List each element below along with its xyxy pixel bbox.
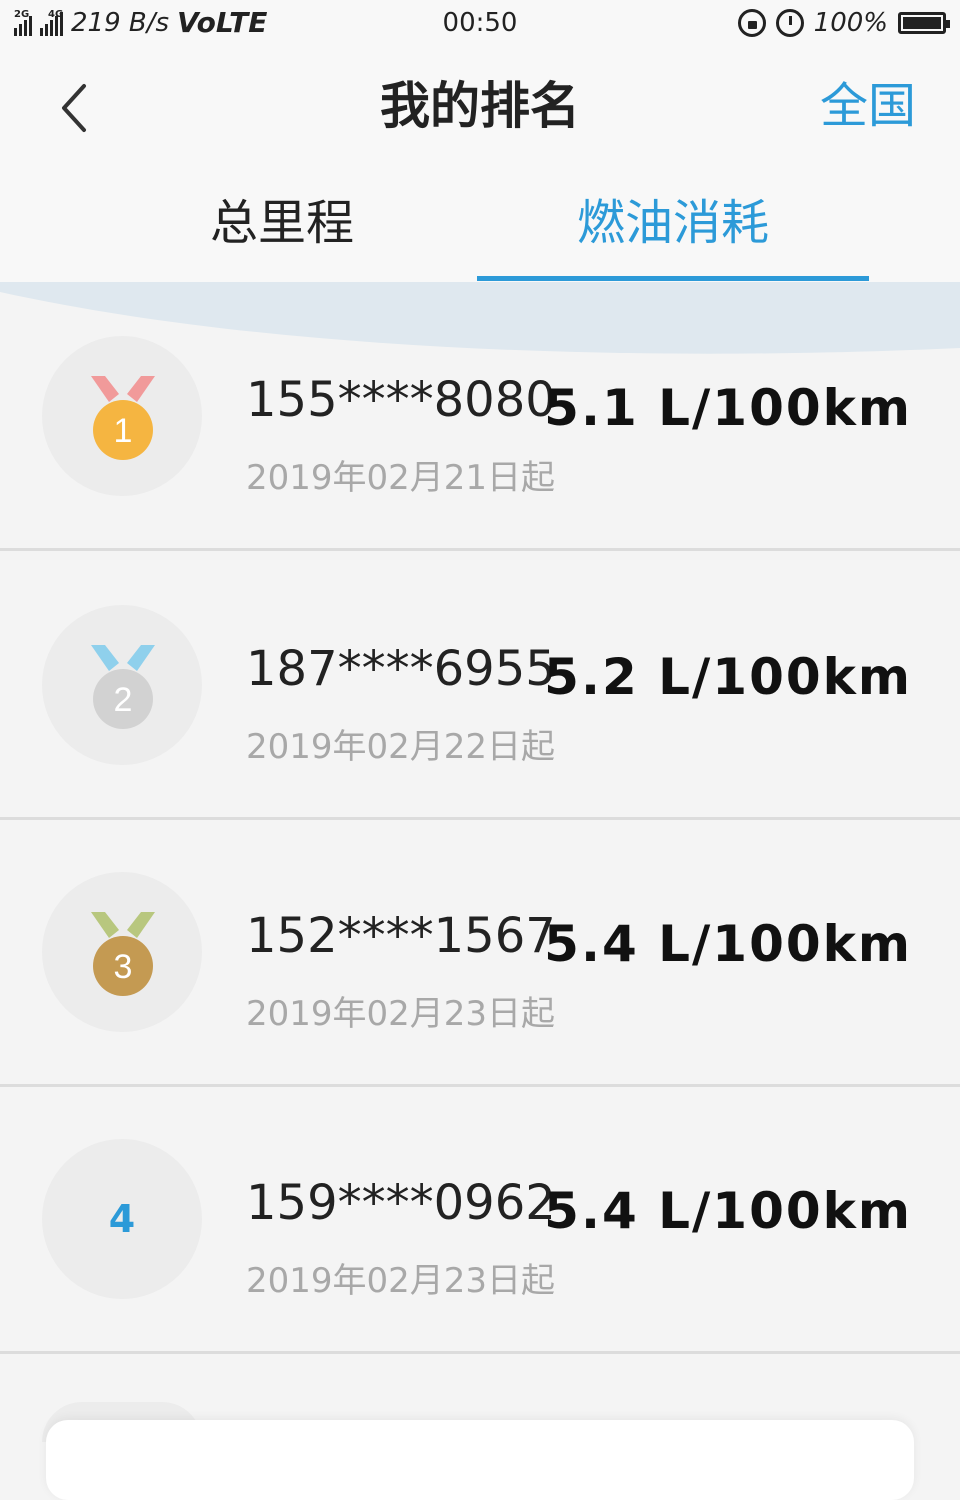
active-tab-indicator — [477, 276, 869, 281]
tab-fuel-consumption[interactable]: 燃油消耗 — [477, 192, 869, 254]
rank-number: 4 — [108, 1197, 136, 1241]
start-date: 2019年02月23日起 — [246, 1261, 556, 1301]
nav-bar: 我的排名 全国 — [0, 50, 960, 170]
user-phone: 187****6955 — [246, 641, 556, 697]
ranking-row[interactable]: 3 152****1567 5.4 L/100km 2019年02月23日起 — [0, 818, 960, 1087]
battery-fill — [903, 17, 941, 29]
bronze-medal-icon: 3 — [91, 912, 155, 996]
fuel-usage: 5.1 L/100km — [544, 379, 912, 437]
user-phone: 155****8080 — [246, 372, 556, 428]
fuel-usage: 5.2 L/100km — [544, 648, 912, 706]
rank-number: 3 — [114, 948, 133, 986]
fuel-usage: 5.4 L/100km — [544, 1182, 912, 1240]
rank-number: 1 — [114, 412, 133, 450]
user-phone: 159****0962 — [246, 1175, 556, 1231]
start-date: 2019年02月23日起 — [246, 994, 556, 1034]
rank-number: 2 — [114, 681, 133, 719]
ranking-row[interactable]: 4 159****0962 5.4 L/100km 2019年02月23日起 — [0, 1085, 960, 1354]
alarm-icon — [775, 9, 804, 37]
status-right: 100% — [737, 8, 950, 38]
ranking-row[interactable]: 1 155****8080 5.1 L/100km 2019年02月21日起 — [0, 282, 960, 551]
rotation-lock-icon — [737, 9, 766, 37]
my-rank-card[interactable] — [46, 1420, 914, 1500]
user-phone: 152****1567 — [246, 908, 556, 964]
gold-medal-icon: 1 — [91, 376, 155, 460]
silver-medal-icon: 2 — [91, 645, 155, 729]
battery-percent: 100% — [813, 8, 888, 38]
tab-bar: 总里程 燃油消耗 — [0, 170, 960, 282]
fuel-usage: 5.4 L/100km — [544, 915, 912, 973]
status-bar: 2G 4G 219 B/s VoLTE 00:50 100% — [0, 0, 960, 50]
region-selector[interactable]: 全国 — [820, 76, 916, 136]
battery-icon — [898, 12, 950, 34]
start-date: 2019年02月22日起 — [246, 727, 556, 767]
start-date: 2019年02月21日起 — [246, 458, 556, 498]
page-title: 我的排名 — [380, 77, 580, 135]
ranking-row[interactable]: 2 187****6955 5.2 L/100km 2019年02月22日起 — [0, 551, 960, 820]
